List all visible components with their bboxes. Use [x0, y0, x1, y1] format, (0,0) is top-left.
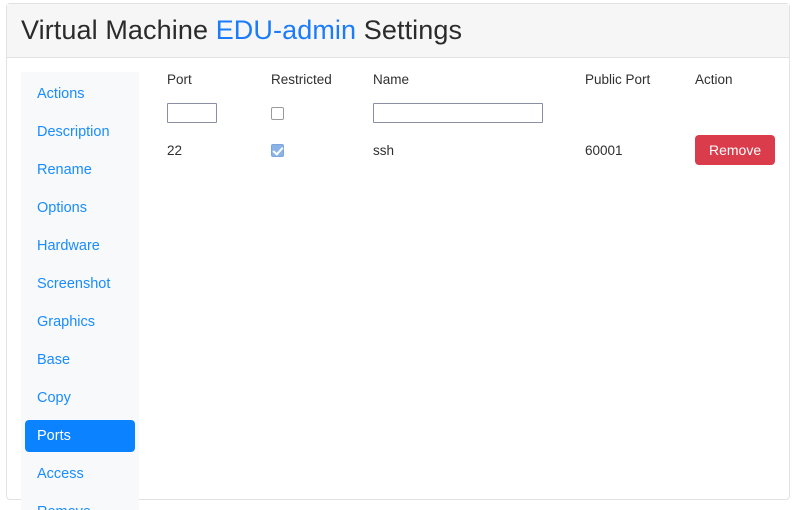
- restricted-checkbox-new[interactable]: [271, 107, 284, 121]
- sidebar-item-copy[interactable]: Copy: [21, 382, 139, 414]
- sidebar-item-screenshot[interactable]: Screenshot: [21, 268, 139, 300]
- restricted-checkbox-row[interactable]: [271, 144, 284, 158]
- ports-table-head: Port Restricted Name Public Port Action: [167, 72, 781, 97]
- page-title-prefix: Virtual Machine: [21, 15, 216, 45]
- row-public-port: 60001: [585, 142, 623, 158]
- ports-table: Port Restricted Name Public Port Action: [167, 72, 781, 171]
- page-title-suffix: Settings: [356, 15, 463, 45]
- settings-card: Virtual Machine EDU-admin Settings Actio…: [6, 3, 790, 510]
- sidebar-item-remove[interactable]: Remove: [21, 496, 139, 510]
- column-header-port: Port: [167, 72, 192, 87]
- app-window: Virtual Machine EDU-admin Settings Actio…: [0, 0, 804, 510]
- card-header: Virtual Machine EDU-admin Settings: [7, 4, 789, 58]
- column-header-restricted: Restricted: [271, 72, 332, 87]
- port-input[interactable]: [167, 103, 217, 123]
- column-header-public-port: Public Port: [585, 72, 651, 87]
- sidebar-item-description[interactable]: Description: [21, 116, 139, 148]
- new-port-cell: [167, 97, 271, 129]
- table-header-row: Port Restricted Name Public Port Action: [167, 72, 781, 97]
- new-public-port-cell: [585, 97, 695, 129]
- table-row: 22 ssh 60001 Remove: [167, 129, 781, 171]
- name-input[interactable]: [373, 103, 543, 123]
- vm-name: EDU-admin: [215, 15, 357, 45]
- row-port: 22: [167, 142, 183, 158]
- sidebar-item-ports[interactable]: Ports: [25, 420, 135, 452]
- page-title: Virtual Machine EDU-admin Settings: [21, 15, 462, 46]
- remove-button[interactable]: Remove: [695, 135, 776, 165]
- sidebar-item-options[interactable]: Options: [21, 192, 139, 224]
- column-header-action: Action: [695, 72, 733, 87]
- new-port-form-row: [167, 97, 781, 129]
- sidebar-item-base[interactable]: Base: [21, 344, 139, 376]
- ports-table-body: 22 ssh 60001 Remove: [167, 97, 781, 171]
- new-name-cell: [373, 97, 585, 129]
- new-action-cell: [695, 97, 781, 129]
- sidebar-item-access[interactable]: Access: [21, 458, 139, 490]
- row-restricted-cell: [271, 129, 373, 171]
- column-header-name: Name: [373, 72, 410, 87]
- new-restricted-cell: [271, 97, 373, 129]
- sidebar-item-graphics[interactable]: Graphics: [21, 306, 139, 338]
- settings-sidebar: Actions Description Rename Options Hardw…: [21, 72, 139, 510]
- sidebar-item-actions[interactable]: Actions: [21, 78, 139, 110]
- sidebar-item-rename[interactable]: Rename: [21, 154, 139, 186]
- ports-panel: Port Restricted Name Public Port Action: [167, 72, 779, 171]
- card-body: Actions Description Rename Options Hardw…: [7, 58, 789, 510]
- row-action-cell: Remove: [695, 129, 781, 171]
- sidebar-item-hardware[interactable]: Hardware: [21, 230, 139, 262]
- row-name: ssh: [373, 142, 395, 158]
